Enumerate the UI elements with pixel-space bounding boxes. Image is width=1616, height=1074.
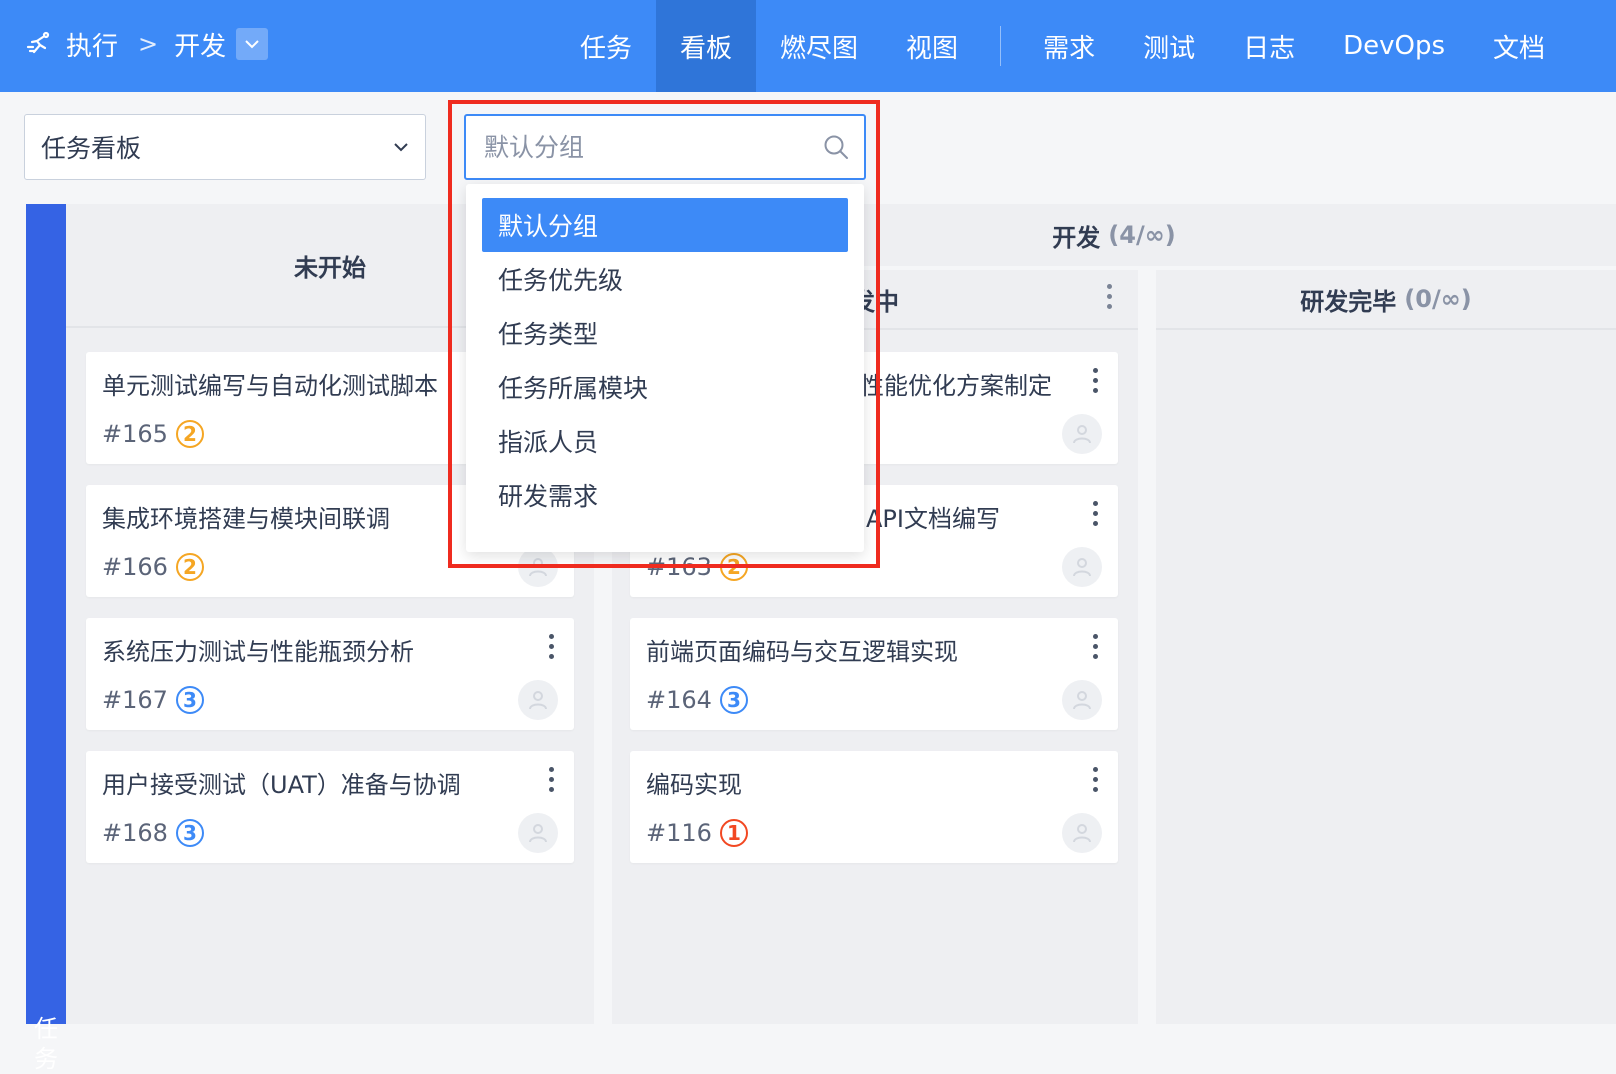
task-id: #163: [646, 553, 712, 581]
nav-tasks[interactable]: 任务: [556, 0, 656, 92]
priority-badge: 1: [719, 819, 748, 847]
group-count: (4/∞): [1108, 221, 1176, 249]
nav-devops[interactable]: DevOps: [1319, 0, 1469, 92]
nav-divider: [1000, 26, 1002, 66]
task-title: 性能优化方案制定: [860, 372, 1052, 400]
card-menu-icon[interactable]: [546, 767, 556, 792]
task-card[interactable]: 前端页面编码与交互逻辑实现 #164 3: [630, 618, 1118, 730]
card-menu-icon[interactable]: [1090, 634, 1100, 659]
chevron-right-icon: >: [138, 30, 159, 58]
project-switch-button[interactable]: [236, 28, 269, 60]
avatar-icon[interactable]: [1062, 547, 1102, 587]
main-nav: 任务 看板 燃尽图 视图 需求 测试 日志 DevOps 文档: [556, 0, 1569, 92]
column-menu-icon[interactable]: [1104, 284, 1114, 309]
column-title: 未开始: [294, 253, 366, 282]
priority-badge: 2: [175, 553, 204, 581]
group-option-priority[interactable]: 任务优先级: [482, 252, 848, 306]
task-title: 系统压力测试与性能瓶颈分析: [102, 638, 414, 666]
priority-badge: 3: [175, 819, 204, 847]
card-menu-icon[interactable]: [1090, 501, 1100, 526]
group-option-assignee[interactable]: 指派人员: [482, 414, 848, 468]
avatar-icon[interactable]: [518, 547, 558, 587]
task-card[interactable]: 用户接受测试（UAT）准备与协调 #168 3: [86, 751, 574, 863]
task-id: #165: [102, 420, 168, 448]
avatar-icon[interactable]: [518, 680, 558, 720]
group-search-input[interactable]: [482, 131, 822, 163]
task-id: #168: [102, 819, 168, 847]
chevron-down-icon: [394, 143, 408, 152]
board-select[interactable]: 任务看板: [24, 114, 426, 180]
breadcrumb: 执行 > 开发: [24, 0, 269, 88]
search-icon: [824, 135, 848, 159]
nav-kanban[interactable]: 看板: [656, 0, 757, 92]
task-title: API文档编写: [866, 505, 1000, 533]
group-option-requirement[interactable]: 研发需求: [482, 468, 848, 522]
group-title: 开发: [1052, 223, 1101, 252]
breadcrumb-current[interactable]: 开发: [174, 26, 226, 63]
task-title: 单元测试编写与自动化测试脚本: [102, 372, 438, 400]
priority-badge: 2: [719, 553, 748, 581]
task-title: 集成环境搭建与模块间联调: [102, 505, 390, 533]
breadcrumb-root[interactable]: 执行: [66, 26, 118, 63]
priority-badge: 3: [175, 686, 204, 714]
column-dev-done: [1156, 270, 1616, 1024]
run-icon: [24, 29, 54, 59]
nav-burndown[interactable]: 燃尽图: [756, 0, 882, 92]
chevron-down-icon: [245, 40, 259, 49]
card-menu-icon[interactable]: [1090, 767, 1100, 792]
card-menu-icon[interactable]: [546, 634, 556, 659]
group-by-dropdown: 默认分组 任务优先级 任务类型 任务所属模块 指派人员 研发需求: [466, 184, 864, 552]
task-id: #167: [102, 686, 168, 714]
priority-badge: 2: [175, 420, 204, 448]
task-card[interactable]: 系统压力测试与性能瓶颈分析 #167 3: [86, 618, 574, 730]
task-id: #166: [102, 553, 168, 581]
task-title: 编码实现: [646, 771, 742, 799]
nav-requirements[interactable]: 需求: [1019, 0, 1119, 92]
card-menu-icon[interactable]: [1090, 368, 1100, 393]
task-card[interactable]: 编码实现 #116 1: [630, 751, 1118, 863]
task-id: #164: [646, 686, 712, 714]
swimlane-label: 任务: [34, 1015, 58, 1073]
top-bar: 执行 > 开发 任务 看板 燃尽图 视图 需求 测试 日志 DevOps 文档: [0, 0, 1616, 92]
avatar-icon[interactable]: [1062, 414, 1102, 454]
task-title: 前端页面编码与交互逻辑实现: [646, 638, 958, 666]
nav-docs[interactable]: 文档: [1469, 0, 1569, 92]
group-option-module[interactable]: 任务所属模块: [482, 360, 848, 414]
avatar-icon[interactable]: [518, 813, 558, 853]
avatar-icon[interactable]: [1062, 813, 1102, 853]
task-id: #116: [646, 819, 712, 847]
column-count: (0/∞): [1404, 285, 1472, 313]
group-option-type[interactable]: 任务类型: [482, 306, 848, 360]
avatar-icon[interactable]: [1062, 680, 1102, 720]
group-option-default[interactable]: 默认分组: [482, 198, 848, 252]
nav-testing[interactable]: 测试: [1119, 0, 1219, 92]
priority-badge: 3: [719, 686, 748, 714]
swimlane-bar: 任务: [26, 204, 66, 1073]
task-title: 用户接受测试（UAT）准备与协调: [102, 771, 461, 799]
column-header-dev-done: 研发完毕 (0/∞): [1156, 270, 1616, 330]
column-title: 研发完毕: [1300, 287, 1397, 316]
board-select-value: 任务看板: [41, 134, 142, 163]
nav-view[interactable]: 视图: [882, 0, 982, 92]
nav-logs[interactable]: 日志: [1219, 0, 1319, 92]
group-by-select[interactable]: [464, 114, 866, 180]
